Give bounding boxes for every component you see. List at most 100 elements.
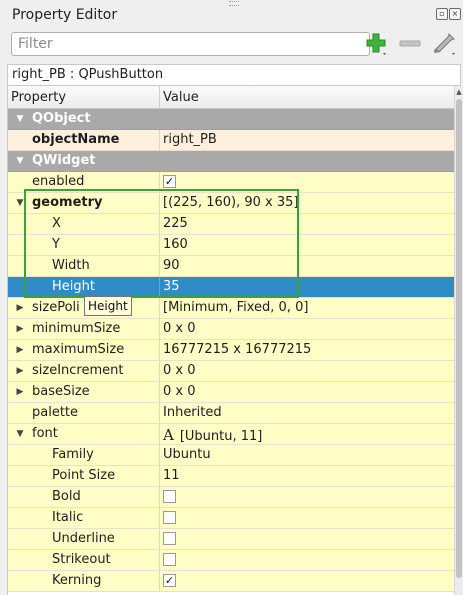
tree-header: Property Value	[8, 86, 455, 109]
property-name: enabled	[32, 174, 85, 189]
property-row-maximumsize[interactable]: ▶ maximumSize 16777215 x 16777215	[8, 340, 455, 361]
property-name: geometry	[32, 195, 103, 210]
column-divider	[159, 571, 160, 592]
column-divider	[159, 193, 160, 214]
property-value[interactable]: A [Ubuntu, 11]	[163, 426, 262, 444]
property-value[interactable]: Inherited	[163, 405, 222, 420]
column-divider	[159, 130, 160, 151]
property-value[interactable]: 0 x 0	[163, 384, 196, 399]
column-divider	[159, 256, 160, 277]
group-label: QWidget	[32, 153, 96, 168]
column-divider	[159, 340, 160, 361]
expand-arrow-icon[interactable]: ▶	[14, 385, 26, 399]
property-name: minimumSize	[32, 321, 121, 336]
checkbox[interactable]	[163, 490, 176, 503]
property-name: Family	[52, 447, 94, 462]
property-row-objectname[interactable]: objectName right_PB	[8, 130, 455, 151]
add-dynamic-property-button[interactable]	[364, 31, 390, 57]
dock-title-bar[interactable]: Property Editor ▫ ×	[0, 0, 463, 30]
column-divider	[159, 235, 160, 256]
property-value[interactable]: 0 x 0	[163, 363, 196, 378]
checkbox[interactable]	[163, 553, 176, 566]
property-row-font[interactable]: ▼ font A [Ubuntu, 11]	[8, 424, 455, 445]
checkbox[interactable]: ✓	[163, 574, 176, 587]
property-tree[interactable]: Property Value ▼ QObject objectName righ…	[7, 86, 455, 595]
group-row-qobject[interactable]: ▼ QObject	[8, 109, 455, 130]
checkbox[interactable]	[163, 532, 176, 545]
property-column-header[interactable]: Property	[11, 90, 66, 105]
property-value[interactable]: Ubuntu	[163, 447, 211, 462]
drag-grip-icon[interactable]	[229, 1, 239, 6]
group-row-qwidget[interactable]: ▼ QWidget	[8, 151, 455, 172]
checkbox[interactable]: ✓	[163, 175, 176, 188]
collapse-arrow-icon[interactable]: ▼	[14, 196, 26, 210]
property-row-basesize[interactable]: ▶ baseSize 0 x 0	[8, 382, 455, 403]
property-name: Underline	[52, 531, 115, 546]
expand-arrow-icon[interactable]: ▶	[14, 301, 26, 315]
scroll-up-icon[interactable]: ▲	[455, 88, 463, 96]
property-row-geometry[interactable]: ▼ geometry [(225, 160), 90 x 35]	[8, 193, 455, 214]
property-value[interactable]: 11	[163, 468, 180, 483]
value-column-header[interactable]: Value	[163, 90, 199, 105]
property-row-strikeout[interactable]: Strikeout	[8, 550, 455, 571]
expand-arrow-icon[interactable]: ▶	[14, 343, 26, 357]
property-row-enabled[interactable]: enabled ✓	[8, 172, 455, 193]
column-divider	[159, 214, 160, 235]
column-divider	[159, 319, 160, 340]
wrench-icon	[434, 33, 455, 55]
property-value[interactable]: 0 x 0	[163, 321, 196, 336]
property-row-underline[interactable]: Underline	[8, 529, 455, 550]
collapse-arrow-icon[interactable]: ▼	[14, 427, 26, 441]
property-row-x[interactable]: X 225	[8, 214, 455, 235]
property-name: Strikeout	[52, 552, 111, 567]
remove-dynamic-property-button[interactable]	[397, 31, 423, 57]
property-row-y[interactable]: Y 160	[8, 235, 455, 256]
property-name: Kerning	[52, 573, 102, 588]
scrollbar-thumb[interactable]	[456, 99, 462, 578]
font-value-text: [Ubuntu, 11]	[179, 429, 263, 444]
group-label: QObject	[32, 111, 91, 126]
font-icon: A	[163, 426, 174, 444]
property-row-height[interactable]: Height 35	[8, 277, 455, 298]
column-divider	[159, 550, 160, 571]
property-row-family[interactable]: Family Ubuntu	[8, 445, 455, 466]
collapse-arrow-icon[interactable]: ▼	[14, 154, 26, 168]
configure-button[interactable]	[429, 31, 455, 57]
collapse-arrow-icon[interactable]: ▼	[14, 112, 26, 126]
property-row-width[interactable]: Width 90	[8, 256, 455, 277]
filter-input[interactable]	[11, 32, 370, 56]
plus-icon	[366, 33, 386, 55]
property-row-kerning[interactable]: Kerning ✓	[8, 571, 455, 592]
property-row-minimumsize[interactable]: ▶ minimumSize 0 x 0	[8, 319, 455, 340]
property-value[interactable]: 160	[163, 237, 188, 252]
column-separator[interactable]	[159, 86, 160, 108]
property-value[interactable]: 35	[163, 279, 180, 294]
expand-arrow-icon[interactable]: ▶	[14, 364, 26, 378]
property-row-italic[interactable]: Italic	[8, 508, 455, 529]
property-value[interactable]: [(225, 160), 90 x 35]	[163, 195, 298, 210]
property-value[interactable]: [Minimum, Fixed, 0, 0]	[163, 300, 308, 315]
property-row-pointsize[interactable]: Point Size 11	[8, 466, 455, 487]
property-value[interactable]: 90	[163, 258, 180, 273]
property-row-sizeincrement[interactable]: ▶ sizeIncrement 0 x 0	[8, 361, 455, 382]
column-divider	[159, 445, 160, 466]
minus-icon	[399, 40, 421, 47]
checkbox[interactable]	[163, 511, 176, 524]
property-name: Height	[52, 279, 95, 294]
column-divider	[159, 424, 160, 445]
property-row-sizepolicy[interactable]: ▶ sizePoli [Minimum, Fixed, 0, 0]	[8, 298, 455, 319]
property-row-bold[interactable]: Bold	[8, 487, 455, 508]
property-value[interactable]: 225	[163, 216, 188, 231]
property-value[interactable]: 16777215 x 16777215	[163, 342, 311, 357]
expand-arrow-icon[interactable]: ▶	[14, 322, 26, 336]
property-name: Italic	[52, 510, 84, 525]
float-icon[interactable]: ▫	[436, 8, 448, 20]
column-divider	[159, 382, 160, 403]
vertical-scrollbar[interactable]: ▲	[454, 86, 463, 595]
property-name: sizePoli	[32, 300, 80, 315]
panel-title: Property Editor	[12, 7, 118, 23]
property-name: font	[32, 426, 58, 441]
property-value[interactable]: right_PB	[163, 132, 217, 147]
close-icon[interactable]: ×	[449, 8, 461, 20]
property-row-palette[interactable]: palette Inherited	[8, 403, 455, 424]
